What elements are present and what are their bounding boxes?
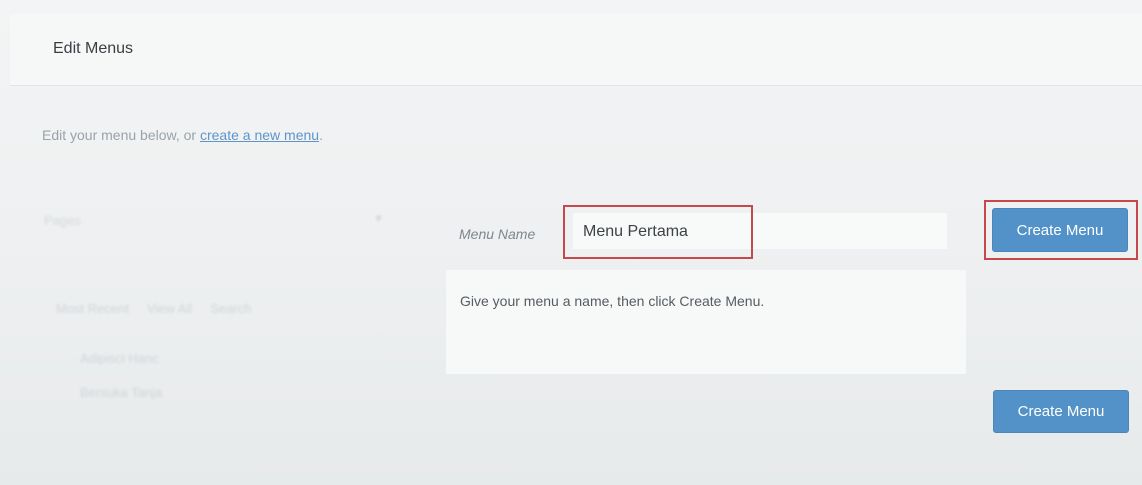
help-panel xyxy=(446,270,966,374)
page-title: Edit Menus xyxy=(53,40,134,57)
menu-name-label: Menu Name xyxy=(459,226,536,242)
menu-items-sidebar: Pages ▼ Most Recent View All Search Adip… xyxy=(30,195,410,445)
help-text: Give your menu a name, then click Create… xyxy=(460,293,765,309)
pages-accordion[interactable]: Pages ▼ xyxy=(44,213,394,239)
caret-down-icon: ▼ xyxy=(373,213,384,225)
tab-search[interactable]: Search xyxy=(210,301,251,316)
create-menu-highlight-box xyxy=(984,200,1138,260)
create-new-menu-link[interactable]: create a new menu xyxy=(200,127,319,143)
pages-accordion-label: Pages xyxy=(44,213,81,228)
create-menu-button-bottom[interactable]: Create Menu xyxy=(993,390,1129,433)
menu-name-highlight-box xyxy=(563,205,753,259)
intro-suffix: . xyxy=(319,127,323,143)
edit-menus-screen: Edit Menus Edit your menu below, or crea… xyxy=(0,0,1142,485)
list-item[interactable]: Adipisci Hanc xyxy=(80,351,159,366)
header-bar xyxy=(10,14,1142,86)
list-item[interactable]: Bersuka Tanja xyxy=(80,385,162,400)
tab-most-recent[interactable]: Most Recent xyxy=(56,301,129,316)
tab-view-all[interactable]: View All xyxy=(147,301,192,316)
intro-prefix: Edit your menu below, or xyxy=(42,127,197,143)
intro-text: Edit your menu below, or create a new me… xyxy=(42,127,323,143)
sidebar-tabs: Most Recent View All Search xyxy=(56,301,251,316)
